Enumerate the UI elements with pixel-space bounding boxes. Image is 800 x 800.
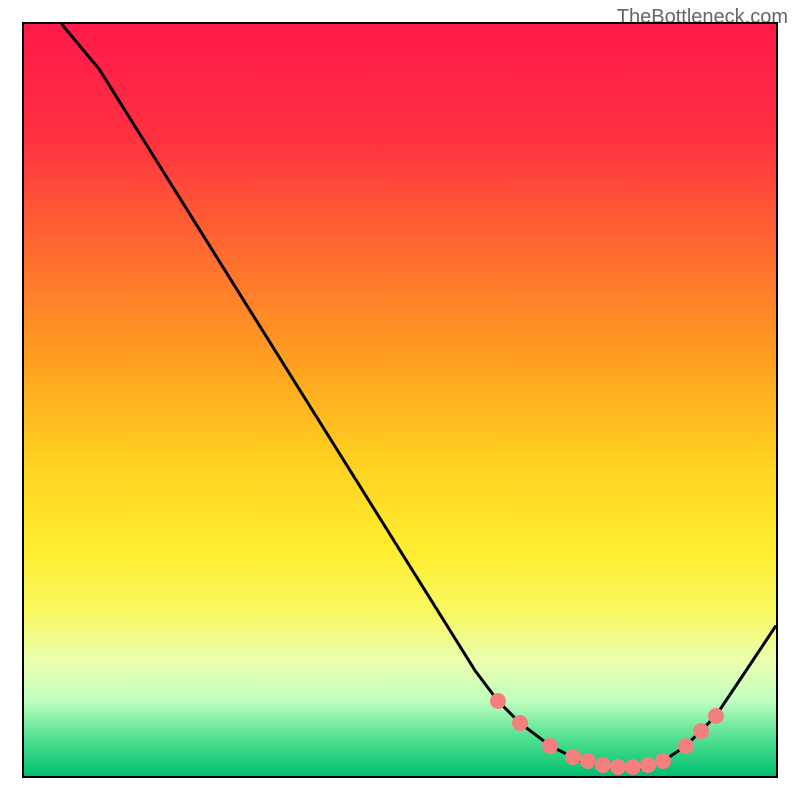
data-dot [640, 757, 656, 773]
data-dot [678, 738, 694, 754]
data-dot [490, 693, 506, 709]
chart-plot-area [22, 22, 778, 778]
data-dot [580, 753, 596, 769]
data-dot [610, 759, 626, 775]
data-dot [693, 723, 709, 739]
data-dot [542, 738, 558, 754]
data-dot [595, 757, 611, 773]
curve-line [24, 24, 776, 776]
data-dot [708, 708, 724, 724]
data-dot [655, 753, 671, 769]
data-dot [565, 749, 581, 765]
data-dot [512, 715, 528, 731]
data-dot [625, 759, 641, 775]
